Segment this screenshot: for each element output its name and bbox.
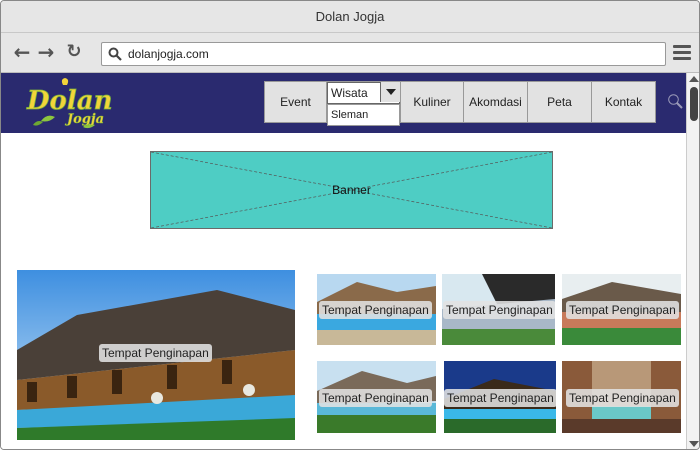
featured-photo[interactable]: Tempat Penginapan [17,270,295,440]
dropdown-option-label: Sleman [331,109,369,121]
logo[interactable]: Dolan Jogja [23,77,123,131]
scroll-down-icon[interactable] [689,441,699,447]
dropdown-option-sleman[interactable]: Sleman [327,104,400,126]
hamburger-icon[interactable] [673,45,691,61]
banner-placeholder[interactable]: Banner [150,151,553,229]
grid-photo-6[interactable]: Tempat Penginapan [562,361,681,433]
photo-label: Tempat Penginapan [443,301,555,319]
nav-item-kontak[interactable]: Kontak [592,81,656,123]
reload-icon[interactable]: ↻ [63,41,85,63]
browser-toolbar: ← → ↻ dolanjogja.com [1,33,699,73]
nav-item-label: Event [280,95,311,109]
grid-photo-3[interactable]: Tempat Penginapan [562,274,681,345]
page-viewport: Dolan Jogja Event Wisata Sleman Kuliner … [1,73,686,449]
arrow-left-icon[interactable]: ← [11,41,33,63]
banner-label: Banner [332,183,371,197]
grid-photo-1[interactable]: Tempat Penginapan [317,274,436,345]
scroll-up-icon[interactable] [689,76,699,82]
search-icon[interactable] [667,93,683,109]
search-icon [108,47,122,61]
photo-label: Tempat Penginapan [319,301,432,319]
photo-label: Tempat Penginapan [319,389,432,407]
photo-label: Tempat Penginapan [566,389,679,407]
nav-item-kuliner[interactable]: Kuliner [401,81,464,123]
nav-item-label: Peta [547,95,572,109]
window-title: Dolan Jogja [315,9,385,24]
chevron-down-icon[interactable] [380,82,400,102]
grid-photo-2[interactable]: Tempat Penginapan [442,274,555,345]
nav-item-label: Akomdasi [469,95,522,109]
arrow-right-icon[interactable]: → [35,41,57,63]
nav-item-event[interactable]: Event [264,81,327,123]
site-header: Dolan Jogja Event Wisata Sleman Kuliner … [1,73,686,133]
photo-label: Tempat Penginapan [99,344,212,362]
photo-label: Tempat Penginapan [444,389,556,407]
wisata-selected-label: Wisata [331,86,368,100]
url-text: dolanjogja.com [128,47,209,61]
browser-window: Dolan Jogja ← → ↻ dolanjogja.com Dolan J… [0,0,700,450]
svg-text:Jogja: Jogja [64,112,104,127]
grid-photo-4[interactable]: Tempat Penginapan [317,361,436,433]
scroll-thumb[interactable] [690,87,698,121]
nav-dropdown-wisata[interactable]: Wisata Sleman [327,81,401,126]
photo-label: Tempat Penginapan [566,301,679,319]
window-titlebar: Dolan Jogja [1,1,699,33]
nav-item-label: Kontak [604,95,643,109]
address-bar[interactable]: dolanjogja.com [101,42,666,66]
nav-item-label: Kuliner [413,95,451,109]
vertical-scrollbar[interactable] [686,73,699,449]
nav-item-akomodasi[interactable]: Akomdasi [464,81,528,123]
nav-item-peta[interactable]: Peta [528,81,592,123]
grid-photo-5[interactable]: Tempat Penginapan [444,361,556,433]
main-nav: Event Wisata Sleman Kuliner Akomdasi Pet… [264,81,656,126]
